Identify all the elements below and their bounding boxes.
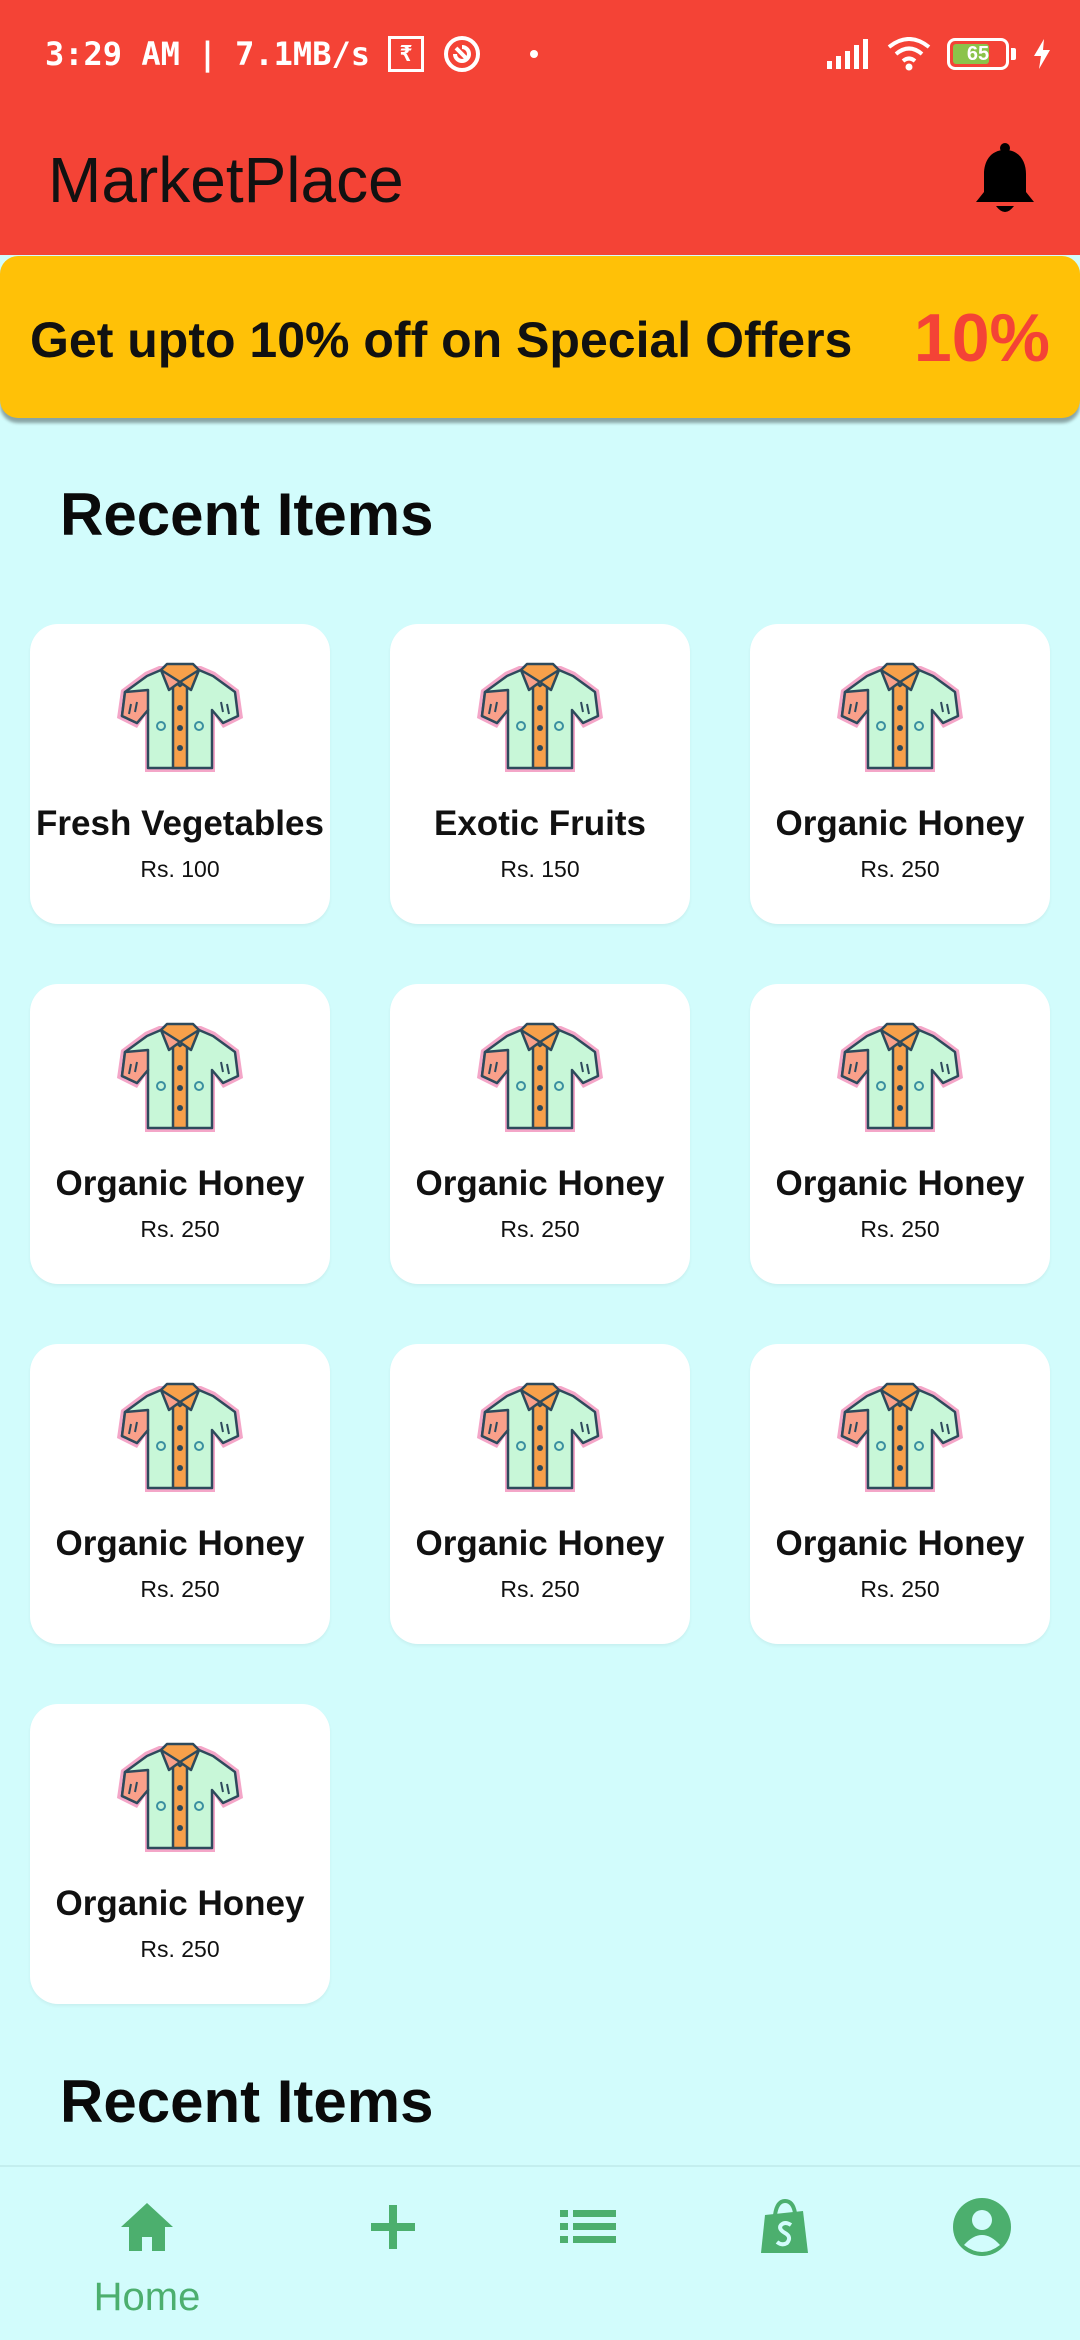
shirt-icon	[477, 1022, 603, 1132]
status-bar-right: 65	[827, 30, 1052, 78]
dot-icon	[529, 50, 538, 58]
items-grid: Fresh Vegetables Rs. 100 Exotic Fruits R…	[30, 624, 1050, 2004]
item-name: Fresh Vegetables	[36, 804, 324, 843]
app-bar: MarketPlace	[0, 110, 1080, 255]
shirt-icon	[117, 1022, 243, 1132]
item-name: Organic Honey	[775, 804, 1025, 843]
add-icon	[371, 2205, 415, 2249]
item-name: Exotic Fruits	[434, 804, 646, 843]
item-price: Rs. 250	[140, 1576, 220, 1602]
rupee-notification-icon: ₹	[387, 36, 424, 72]
status-bar-left: 3:29 AM | 7.1MB/s ₹	[45, 30, 538, 78]
promo-percent: 10%	[913, 300, 1050, 376]
item-name: Organic Honey	[55, 1164, 305, 1203]
section-title-recent-items: Recent Items	[60, 481, 434, 548]
shopping-bag-icon	[761, 2198, 808, 2253]
nav-item-home[interactable]: Home	[47, 2167, 247, 2340]
bottom-nav: Home	[0, 2165, 1080, 2340]
shirt-icon	[477, 1382, 603, 1492]
shirt-icon	[477, 662, 603, 772]
list-icon	[560, 2210, 616, 2243]
promo-banner[interactable]: Get upto 10% off on Special Offers 10%	[0, 256, 1080, 418]
item-price: Rs. 250	[860, 1576, 940, 1602]
vpn-icon	[443, 36, 480, 72]
profile-icon	[953, 2198, 1011, 2256]
item-name: Organic Honey	[775, 1524, 1025, 1563]
shirt-icon	[117, 662, 243, 772]
item-card[interactable]: Fresh Vegetables Rs. 100	[30, 624, 330, 924]
app-title: MarketPlace	[48, 144, 404, 216]
nav-item-add[interactable]	[293, 2167, 493, 2340]
battery-cap	[1011, 48, 1016, 60]
item-price: Rs. 250	[860, 1216, 940, 1242]
battery-level: 65	[966, 42, 990, 65]
item-name: Organic Honey	[415, 1524, 665, 1563]
item-name: Organic Honey	[55, 1884, 305, 1923]
item-price: Rs. 100	[140, 856, 220, 882]
status-time: 3:29 AM	[45, 35, 180, 73]
item-price: Rs. 250	[140, 1216, 220, 1242]
shirt-icon	[837, 662, 963, 772]
item-card[interactable]: Organic Honey Rs. 250	[30, 984, 330, 1284]
item-card[interactable]: Organic Honey Rs. 250	[390, 1344, 690, 1644]
status-separator: |	[197, 35, 218, 73]
shirt-icon	[837, 1022, 963, 1132]
status-bar: 3:29 AM | 7.1MB/s ₹ 65	[0, 0, 1080, 110]
charging-icon	[1034, 39, 1050, 69]
nav-item-shop[interactable]	[685, 2167, 885, 2340]
battery-icon: 65	[947, 38, 1009, 70]
item-price: Rs. 250	[860, 856, 940, 882]
promo-text: Get upto 10% off on Special Offers	[30, 312, 853, 368]
item-name: Organic Honey	[415, 1164, 665, 1203]
wifi-icon	[887, 37, 931, 71]
item-price: Rs. 150	[500, 856, 580, 882]
nav-item-list[interactable]	[488, 2167, 688, 2340]
home-icon	[121, 2203, 173, 2251]
network-speed: 7.1MB/s	[235, 35, 370, 73]
item-price: Rs. 250	[140, 1936, 220, 1962]
nav-item-profile[interactable]	[882, 2167, 1080, 2340]
item-price: Rs. 250	[500, 1576, 580, 1602]
shirt-icon	[117, 1742, 243, 1852]
item-card[interactable]: Organic Honey Rs. 250	[30, 1704, 330, 2004]
item-price: Rs. 250	[500, 1216, 580, 1242]
signal-icon	[827, 39, 868, 69]
bell-icon[interactable]	[970, 140, 1040, 220]
item-card[interactable]: Organic Honey Rs. 250	[750, 1344, 1050, 1644]
item-name: Organic Honey	[775, 1164, 1025, 1203]
shirt-icon	[837, 1382, 963, 1492]
item-card[interactable]: Organic Honey Rs. 250	[750, 984, 1050, 1284]
item-name: Organic Honey	[55, 1524, 305, 1563]
section-title-recent-items: Recent Items	[60, 2068, 434, 2135]
item-card[interactable]: Organic Honey Rs. 250	[30, 1344, 330, 1644]
nav-label-home: Home	[93, 2275, 201, 2319]
item-card[interactable]: Organic Honey Rs. 250	[750, 624, 1050, 924]
shirt-icon	[117, 1382, 243, 1492]
item-card[interactable]: Exotic Fruits Rs. 150	[390, 624, 690, 924]
item-card[interactable]: Organic Honey Rs. 250	[390, 984, 690, 1284]
